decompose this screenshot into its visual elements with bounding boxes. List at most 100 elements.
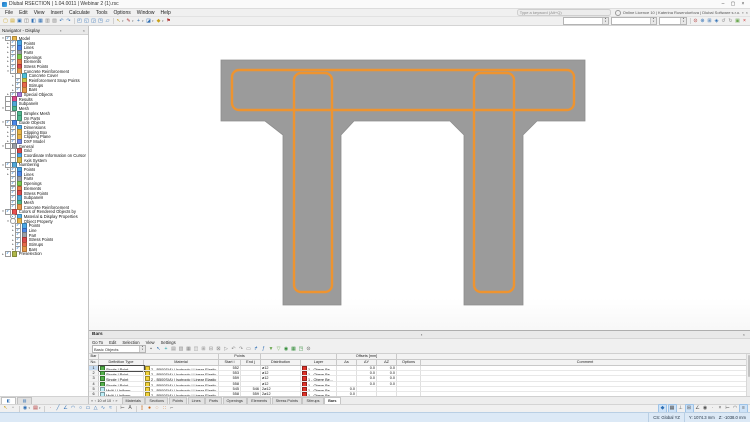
navigator-tab-display[interactable]: ◧ [1, 397, 16, 404]
text-tool-icon[interactable]: A [127, 405, 134, 412]
show-all-icon[interactable]: ▣ [734, 18, 741, 25]
endpoint-snap-icon[interactable]: ∙ [709, 405, 716, 412]
table-vertical-scrollbar[interactable] [746, 354, 750, 396]
layers-icon[interactable]: ▤ [32, 405, 39, 412]
options-cell[interactable] [397, 391, 421, 396]
snap-points-tool-icon[interactable]: ∷ [161, 405, 168, 412]
tables-panel-icon[interactable]: ▦ [37, 18, 44, 25]
previous-view-icon[interactable]: ↺ [720, 18, 727, 25]
tangent-snap-icon[interactable]: ◠ [732, 405, 739, 412]
table-view-1-icon[interactable]: ▤ [170, 346, 177, 353]
function-icon[interactable]: ƒ [260, 346, 267, 353]
isometric-view-icon[interactable]: ◈ [713, 18, 720, 25]
flag-icon[interactable]: ⚑ [165, 18, 172, 25]
edit-tool-icon[interactable]: ✎ [125, 18, 132, 25]
close-icon[interactable]: × [741, 332, 747, 337]
dimension-tool-icon[interactable]: ⊢ [119, 405, 126, 412]
toolbar-combo-2-spinner[interactable]: ▴ ▾ [650, 17, 656, 24]
cancel-icon[interactable]: × [741, 18, 748, 25]
spline-tool-icon[interactable]: ∿ [100, 405, 107, 412]
menu-insert[interactable]: Insert [47, 10, 66, 16]
view-full-icon[interactable]: ◳ [97, 18, 104, 25]
measure-tool-icon[interactable]: ⌐ [169, 405, 176, 412]
menu-tools[interactable]: Tools [93, 10, 111, 16]
line-tool-icon[interactable]: ╱ [55, 405, 62, 412]
view-cascade-icon[interactable]: ▱ [104, 18, 111, 25]
redo-icon[interactable]: ↷ [65, 18, 72, 25]
snap-tool-icon[interactable]: + [135, 18, 142, 25]
offset-s-cell[interactable]: 0.0 [337, 391, 357, 396]
table-view-3-icon[interactable]: ▦ [185, 346, 192, 353]
tree-checkbox[interactable]: ✓ [5, 251, 11, 257]
select-rows-icon[interactable]: ↖ [155, 346, 162, 353]
open-icon[interactable]: ▤ [9, 18, 16, 25]
search-icon[interactable]: ⊙ [305, 346, 312, 353]
offset-y-cell[interactable] [357, 391, 377, 396]
export-icon[interactable]: ▷ [223, 346, 230, 353]
menu-calculate[interactable]: Calculate [66, 10, 93, 16]
start-point-cell[interactable]: 558 [219, 391, 241, 396]
comment-cell[interactable] [421, 391, 750, 396]
stirrup-tool-icon[interactable]: ▯ [139, 405, 146, 412]
table-tab-stress-points[interactable]: Stress Points [271, 397, 302, 404]
table-view-4-icon[interactable]: ◫ [193, 346, 200, 353]
tree-radio[interactable] [10, 218, 16, 224]
next-table-button[interactable]: › [113, 399, 114, 403]
new-icon[interactable]: ▢ [2, 18, 9, 25]
delete-row-icon[interactable]: ⊠ [215, 346, 222, 353]
sync-selection-icon[interactable]: + [163, 346, 170, 353]
navigator-tab-views[interactable]: ▤ [17, 397, 32, 404]
ole-icon[interactable]: ◳ [298, 346, 305, 353]
pin-icon[interactable]: ▪ [148, 346, 155, 353]
clipping-tool-icon[interactable]: ◪ [145, 18, 152, 25]
arc-tool-icon[interactable]: ◠ [70, 405, 77, 412]
undo-icon[interactable]: ↶ [58, 18, 65, 25]
print-icon[interactable]: ◫ [23, 18, 30, 25]
graphics-canvas[interactable]: Bars ▪ × Go To Edit Selection View Settings … [89, 26, 750, 404]
redo-icon[interactable]: ↷ [238, 346, 245, 353]
layer-cell[interactable]: 1 - Obere Be... [301, 391, 337, 396]
toolbar-combo-1[interactable]: ▴ ▾ [563, 17, 609, 25]
nurbs-tool-icon[interactable]: ≈ [107, 405, 114, 412]
previous-table-button[interactable]: ‹ [95, 399, 96, 403]
layers-icon-dropdown[interactable]: ▾ [39, 405, 42, 412]
table-tab-sections[interactable]: Sections [145, 397, 168, 404]
material-cell[interactable]: 2 - B500S(A) | Isotropic | Linear Elasti… [144, 391, 219, 396]
jump-to-icon[interactable]: ↱ [253, 346, 260, 353]
view-split-icon[interactable]: ◱ [83, 18, 90, 25]
table-tab-parts[interactable]: Parts [205, 397, 223, 404]
table-menu-view[interactable]: View [143, 340, 158, 345]
table-menu-go-to[interactable]: Go To [89, 340, 106, 345]
table-menu-settings[interactable]: Settings [158, 340, 179, 345]
navigator-panel-icon[interactable]: ◧ [30, 18, 37, 25]
render-tool-icon[interactable]: ◆ [155, 18, 162, 25]
distribution-cell[interactable]: 2ø12 [261, 391, 301, 396]
filter-off-icon[interactable]: ▽ [275, 346, 282, 353]
toolbar-combo-1-spinner[interactable]: ▴ ▾ [602, 17, 608, 24]
toolbar-combo-3[interactable]: ▴ ▾ [659, 17, 687, 25]
polyline-tool-icon[interactable]: ∠ [62, 405, 69, 412]
ortho-icon[interactable]: ⊥ [677, 405, 684, 412]
menu-edit[interactable]: Edit [16, 10, 31, 16]
concrete-section-shape[interactable] [220, 59, 586, 306]
table-tab-materials[interactable]: Materials [121, 397, 145, 404]
visibility-icon[interactable]: ◉ [22, 405, 29, 412]
view-tables-icon[interactable]: ◲ [90, 18, 97, 25]
copy-icon[interactable]: ▥ [44, 18, 51, 25]
table-menu-edit[interactable]: Edit [106, 340, 119, 345]
rectangle-tool-icon[interactable]: ▭ [85, 405, 92, 412]
search-input[interactable]: Type a keyword (Alt+Q) [516, 9, 611, 16]
find-icon[interactable]: ⊙ [692, 18, 699, 25]
table-view-6-icon[interactable]: ⊟ [208, 346, 215, 353]
filter-combo[interactable]: Basic Objects ▴ ▾ [92, 345, 146, 353]
maximize-button[interactable]: ▢ [728, 1, 738, 8]
zoom-window-icon[interactable]: ⊞ [706, 18, 713, 25]
cover-tool-icon[interactable]: ◌ [154, 405, 161, 412]
pin-icon[interactable]: ▪ [59, 28, 62, 33]
table-tab-points[interactable]: Points [168, 397, 188, 404]
window-icon[interactable]: ▭ [245, 346, 252, 353]
next-view-icon[interactable]: ↻ [727, 18, 734, 25]
menu-file[interactable]: File [2, 10, 16, 16]
tree-item[interactable]: ▸ ✓ Preselection [0, 251, 88, 257]
definition-type-cell[interactable]: Multi | Uniform [99, 391, 144, 396]
